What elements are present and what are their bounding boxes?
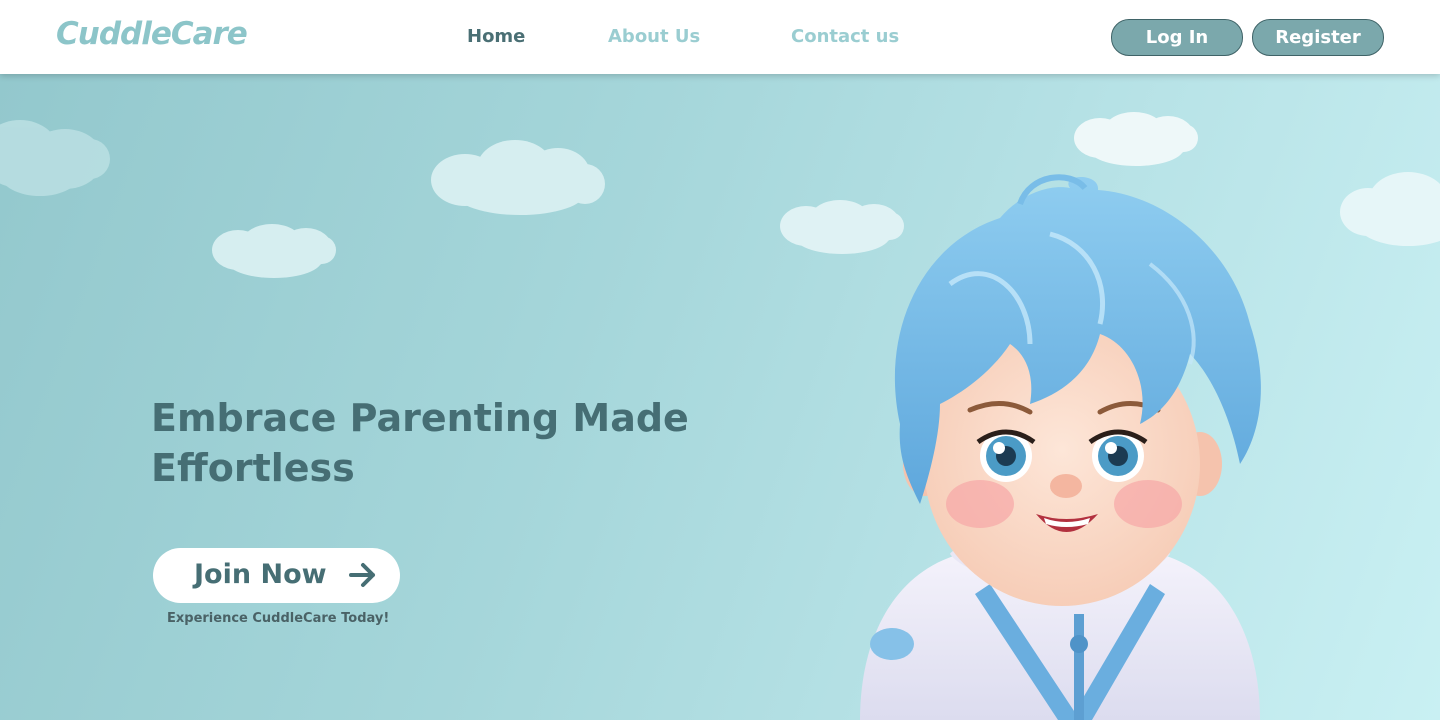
hero-tagline: Experience CuddleCare Today! xyxy=(167,611,390,626)
hero-headline: Embrace Parenting Made Effortless xyxy=(151,393,711,493)
nav-link-about-us[interactable]: About Us xyxy=(608,26,700,47)
hero-section: Embrace Parenting Made Effortless Join N… xyxy=(0,74,1440,720)
join-now-button[interactable]: Join Now xyxy=(153,548,400,603)
cloud-icon xyxy=(212,224,336,278)
baby-illustration xyxy=(860,174,1261,720)
hero-headline-line1: Embrace Parenting Made xyxy=(151,396,689,440)
cloud-icon xyxy=(1074,112,1198,166)
cloud-icon xyxy=(431,140,605,215)
hero-headline-line2: Effortless xyxy=(151,446,355,490)
nav-link-contact-us[interactable]: Contact us xyxy=(791,26,899,47)
register-button[interactable]: Register xyxy=(1252,19,1384,56)
cloud-icon xyxy=(1340,172,1440,246)
cloud-icon xyxy=(0,120,110,196)
nav-link-home[interactable]: Home xyxy=(467,26,525,47)
login-button[interactable]: Log In xyxy=(1111,19,1243,56)
site-logo[interactable]: CuddleCare xyxy=(56,16,248,52)
top-navbar: CuddleCare Home About Us Contact us Log … xyxy=(0,0,1440,74)
join-now-label: Join Now xyxy=(194,559,327,590)
arrow-right-icon xyxy=(349,563,375,587)
